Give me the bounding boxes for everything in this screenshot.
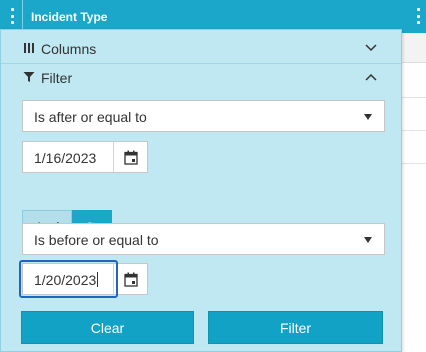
chevron-down-icon [365,44,377,52]
first-date-input[interactable]: 1/16/2023 [22,141,148,173]
row-divider [402,130,426,131]
columns-icon [24,43,34,53]
first-operator-value: Is after or equal to [34,109,147,125]
filter-section-header[interactable]: Filter [1,62,401,92]
adjacent-column-header [402,33,426,63]
first-operator-select[interactable]: Is after or equal to [22,100,385,132]
chevron-up-icon [365,73,377,81]
second-operator-value: Is before or equal to [34,232,159,248]
second-date-input[interactable]: 1/20/2023 [22,263,148,295]
filter-icon [23,72,35,82]
row-divider [402,97,426,98]
text-cursor [97,272,99,287]
column-title[interactable]: Incident Type [31,10,107,24]
second-operator-select[interactable]: Is before or equal to [22,223,385,255]
columns-label: Columns [41,41,97,57]
caret-down-icon [364,114,372,120]
filter-label: Filter [41,70,73,86]
filter-button[interactable]: Filter [208,311,383,344]
caret-down-icon [364,237,372,243]
column-menu-panel: Columns Filter Is after or equal to 1/16… [0,29,402,352]
second-date-text: 1/20/2023 [34,272,97,288]
first-date-value: 1/16/2023 [34,150,97,166]
second-date-value: 1/20/2023 [34,272,99,288]
calendar-icon [123,150,138,165]
column-menu-icon[interactable] [9,8,15,24]
columns-section-header[interactable]: Columns [1,33,401,63]
row-divider [402,163,426,164]
calendar-icon [123,272,138,287]
column-menu-icon-right[interactable] [415,8,421,24]
clear-button[interactable]: Clear [21,311,194,344]
calendar-button[interactable] [113,142,147,172]
calendar-button[interactable] [113,264,147,294]
